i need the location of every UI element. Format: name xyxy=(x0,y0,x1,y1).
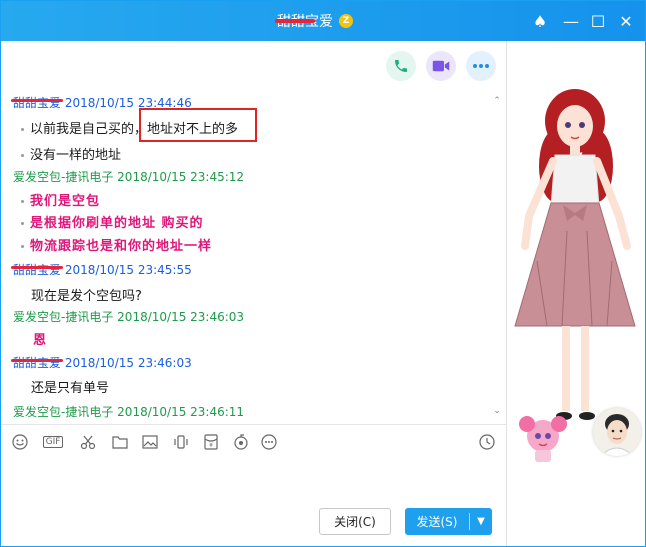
voice-call-button[interactable] xyxy=(386,51,416,81)
gif-icon[interactable]: GIF xyxy=(41,433,65,451)
red-packet-icon[interactable]: ¥ xyxy=(202,433,220,451)
video-call-button[interactable] xyxy=(426,51,456,81)
send-button[interactable]: 发送(S) ▼ xyxy=(405,508,492,535)
window-title: 甜甜宝爱 xyxy=(275,11,333,31)
title-bar[interactable]: 甜甜宝爱 Z ♠ — ☐ ✕ xyxy=(1,1,645,41)
folder-icon[interactable] xyxy=(111,433,129,451)
contact-avatar[interactable] xyxy=(593,408,641,456)
send-label[interactable]: 发送(S) xyxy=(405,513,469,530)
show-avatar-icon xyxy=(514,89,636,420)
history-icon[interactable] xyxy=(478,433,496,451)
message-time: 2018/10/15 23:46:11 xyxy=(117,405,245,419)
phone-icon xyxy=(395,60,407,72)
message-header: 爱发空包-捷讯电子 2018/10/15 23:45:12 xyxy=(13,168,244,185)
video-icon xyxy=(432,60,450,72)
pet-avatar-icon[interactable] xyxy=(513,406,573,466)
minimize-button[interactable]: — xyxy=(560,10,582,32)
message-time: 2018/10/15 23:46:03 xyxy=(117,310,245,324)
theme-icon[interactable]: ♠ xyxy=(529,10,551,32)
sender-name[interactable]: 爱发空包-捷讯电子 xyxy=(13,310,113,324)
message-header: 甜甜宝爱 2018/10/15 23:45:55 xyxy=(10,261,192,278)
message-scrollbar[interactable]: ⌃ ⌄ xyxy=(492,96,502,416)
scroll-up-icon[interactable]: ⌃ xyxy=(492,96,502,106)
music-icon[interactable] xyxy=(232,433,250,451)
close-window-button[interactable]: ✕ xyxy=(615,10,637,32)
chevron-down-icon[interactable]: ▼ xyxy=(470,516,492,527)
message-time: 2018/10/15 23:45:55 xyxy=(64,263,192,277)
vip-badge-icon: Z xyxy=(339,14,353,28)
message-text: 物流跟踪也是和你的地址一样 xyxy=(21,235,212,254)
message-text: 还是只有单号 xyxy=(31,381,110,396)
message-text: 是根据你刷单的地址 购买的 xyxy=(21,212,204,231)
svg-text:¥: ¥ xyxy=(209,442,213,449)
maximize-button[interactable]: ☐ xyxy=(587,10,609,32)
sender-name[interactable]: 甜甜宝爱 xyxy=(10,354,64,371)
message-text: 现在是发个空包吗? xyxy=(31,289,142,304)
image-icon[interactable] xyxy=(141,433,159,451)
chat-window: 甜甜宝爱 Z ♠ — ☐ ✕ ⌃ ⌄ 甜甜宝爱 2018/10/15 23:4 xyxy=(0,0,646,547)
message-text: 我们是空包 xyxy=(21,190,100,209)
input-toolbar: GIF ¥ xyxy=(1,424,506,459)
message-time: 2018/10/15 23:45:12 xyxy=(117,170,245,184)
message-header: 爱发空包-捷讯电子 2018/10/15 23:46:11 xyxy=(13,403,244,420)
emoji-icon[interactable] xyxy=(11,433,29,451)
close-button[interactable]: 关闭(C) xyxy=(319,508,391,535)
message-text: 恩 xyxy=(33,333,48,348)
sender-name[interactable]: 甜甜宝爱 xyxy=(10,94,64,111)
scissors-icon[interactable] xyxy=(79,433,97,451)
highlight-annotation xyxy=(139,108,257,142)
ellipsis-icon xyxy=(473,64,489,68)
message-header: 爱发空包-捷讯电子 2018/10/15 23:46:03 xyxy=(13,308,244,325)
contact-avatar-icon xyxy=(600,414,634,456)
more-icon[interactable] xyxy=(260,433,278,451)
side-panel xyxy=(506,41,645,546)
message-text: 没有一样的地址 xyxy=(21,144,121,163)
sender-name[interactable]: 爱发空包-捷讯电子 xyxy=(13,170,113,184)
sender-name[interactable]: 爱发空包-捷讯电子 xyxy=(13,405,113,419)
shake-icon[interactable] xyxy=(172,433,190,451)
message-time: 2018/10/15 23:46:03 xyxy=(64,356,192,370)
message-header: 甜甜宝爱 2018/10/15 23:46:03 xyxy=(10,354,192,371)
sender-name[interactable]: 甜甜宝爱 xyxy=(10,261,64,278)
scroll-down-icon[interactable]: ⌄ xyxy=(492,406,502,416)
more-actions-button[interactable] xyxy=(466,51,496,81)
